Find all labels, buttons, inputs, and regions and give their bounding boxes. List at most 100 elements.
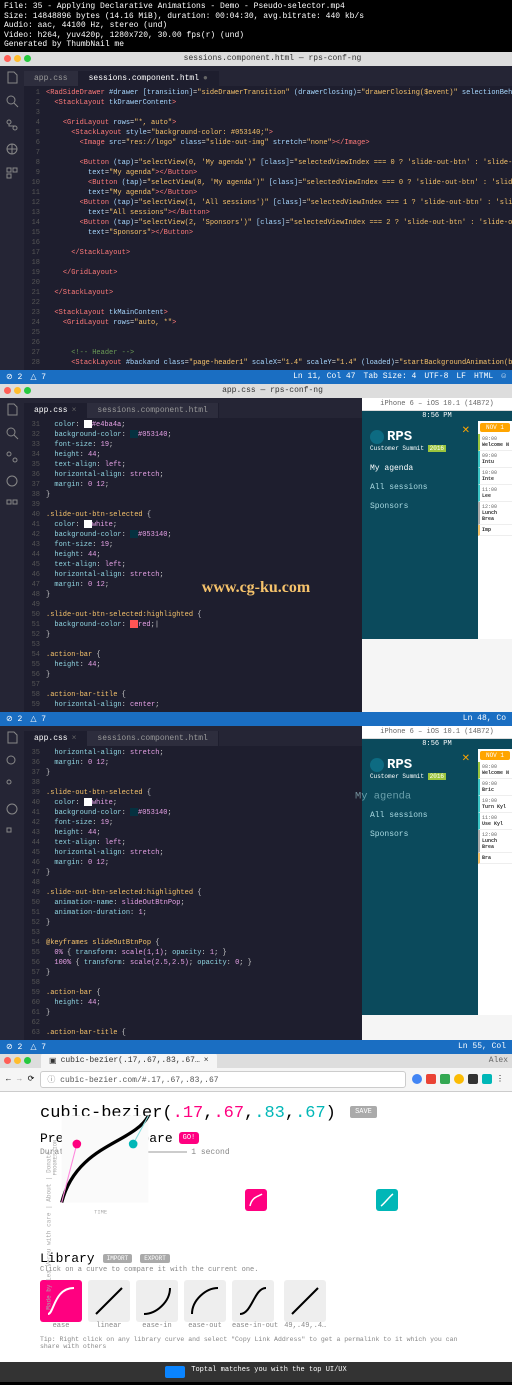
nav-my-agenda[interactable]: My agenda — [370, 464, 470, 473]
session-item[interactable]: Bra — [478, 853, 512, 864]
session-list-peek: NOV 1 08:00Welcome N09:00Intu10:00Inte11… — [478, 421, 512, 639]
code-line: 63.action-bar-title { — [24, 1028, 362, 1038]
tab-sessions-html[interactable]: sessions.component.html — [87, 403, 218, 418]
session-item[interactable]: Imp — [478, 525, 512, 536]
code-line: 16 — [24, 238, 512, 248]
code-line: 4 <GridLayout rows="*, auto"> — [24, 118, 512, 128]
nav-sponsors[interactable]: Sponsors — [370, 502, 470, 511]
url-field[interactable]: ⓘ cubic-bezier.com/#.17,.67,.83,.67 — [40, 1071, 406, 1088]
menu-icon[interactable]: ⋮ — [496, 1074, 506, 1084]
search-icon[interactable] — [5, 754, 19, 768]
app-logo: RPS — [370, 757, 470, 773]
extension-icons[interactable]: ⋮ — [412, 1074, 506, 1084]
code-line: 42 font-size: 19; — [24, 818, 362, 828]
nav-all-sessions[interactable]: All sessions — [370, 811, 470, 820]
session-item[interactable]: 09:00Intu — [478, 451, 512, 468]
library-item-ease-in-out[interactable]: ease-in-out — [232, 1280, 278, 1330]
close-icon[interactable]: × — [72, 734, 77, 743]
code-line: 5 <StackLayout style="background-color: … — [24, 128, 512, 138]
save-button[interactable]: SAVE — [350, 1106, 377, 1118]
session-item[interactable]: 10:00Inte — [478, 468, 512, 485]
back-icon[interactable]: ← — [6, 1075, 11, 1084]
export-button[interactable]: EXPORT — [140, 1254, 170, 1263]
close-icon[interactable]: ● — [203, 74, 208, 83]
bezier-curve-editor[interactable]: PROGRESSION TIME — [40, 1105, 170, 1235]
window-titlebar-2: app.css — rps-conf-ng — [0, 384, 512, 398]
extensions-icon[interactable] — [5, 498, 19, 512]
session-item[interactable]: 12:00Lunch Brea — [478, 830, 512, 853]
meta-file: File: 35 - Applying Declarative Animatio… — [4, 2, 508, 12]
tip-text: Tip: Right click on any library curve an… — [40, 1336, 472, 1350]
search-icon[interactable] — [5, 94, 19, 108]
tab-app-css[interactable]: app.css × — [24, 731, 87, 746]
meta-size: Size: 14848896 bytes (14.16 MiB), durati… — [4, 12, 508, 22]
code-editor[interactable]: 31 color: #e4ba4a;32 background-color: #… — [24, 418, 362, 712]
library-item-ease-in[interactable]: ease-in — [136, 1280, 178, 1330]
preview-swatch-custom[interactable] — [245, 1189, 267, 1211]
code-line: 10 <Button (tap)="selectView(0, 'My agen… — [24, 178, 512, 188]
editor-pane-2: app.css × sessions.component.html 31 col… — [0, 398, 362, 712]
tab-sessions-html[interactable]: sessions.component.html ● — [79, 71, 219, 86]
activity-bar[interactable] — [0, 726, 24, 1040]
preview-swatch-compare[interactable] — [376, 1189, 398, 1211]
extensions-icon[interactable] — [5, 826, 19, 840]
close-icon[interactable]: ✕ — [462, 753, 470, 765]
session-item[interactable]: 11:00Use Kyl — [478, 813, 512, 830]
browser-tab[interactable]: ▣cubic-bezier(.17,.67,.83,.67…× — [41, 1053, 217, 1069]
debug-icon[interactable] — [5, 142, 19, 156]
session-item[interactable]: 08:00Welcome N — [478, 434, 512, 451]
editor-pane-1: app.css sessions.component.html ● 1<RadS… — [0, 66, 512, 370]
activity-bar[interactable] — [0, 66, 24, 370]
library-item-ease-out[interactable]: ease-out — [184, 1280, 226, 1330]
code-editor[interactable]: 35 horizontal-align: stretch;36 margin: … — [24, 746, 362, 1040]
code-line: 59.action-bar { — [24, 988, 362, 998]
code-editor[interactable]: 1<RadSideDrawer #drawer [transition]="si… — [24, 86, 512, 370]
code-line: 50.slide-out-btn-selected:highlighted { — [24, 610, 362, 620]
code-line: 36 margin: 0 12; — [24, 758, 362, 768]
tab-sessions-html[interactable]: sessions.component.html — [87, 731, 218, 746]
tab-app-css[interactable]: app.css — [24, 71, 79, 86]
code-line: 39 — [24, 500, 362, 510]
code-line: 47 margin: 0 12; — [24, 580, 362, 590]
search-icon[interactable] — [5, 426, 19, 440]
simulator-statusbar: 8:56 PM — [362, 739, 512, 749]
extensions-icon[interactable] — [5, 166, 19, 180]
code-line: 49.slide-out-btn-selected:highlighted { — [24, 888, 362, 898]
library-item-49,.49,.4…[interactable]: 49,.49,.4… — [284, 1280, 326, 1330]
code-line: 41 color: white; — [24, 520, 362, 530]
code-line: 32 background-color: #053140; — [24, 430, 362, 440]
files-icon[interactable] — [5, 730, 19, 744]
files-icon[interactable] — [5, 402, 19, 416]
tab-app-css[interactable]: app.css × — [24, 403, 87, 418]
git-icon[interactable] — [5, 778, 19, 792]
nav-all-sessions[interactable]: All sessions — [370, 483, 470, 492]
import-button[interactable]: IMPORT — [103, 1254, 133, 1263]
session-item[interactable]: 08:00Welcome N — [478, 762, 512, 779]
reload-icon[interactable]: ⟳ — [28, 1074, 35, 1084]
nav-my-agenda[interactable]: My agenda — [355, 791, 485, 803]
debug-icon[interactable] — [5, 802, 19, 816]
code-line: 35 horizontal-align: stretch; — [24, 748, 362, 758]
code-line: 8 <Button (tap)="selectView(0, 'My agend… — [24, 158, 512, 168]
go-button[interactable]: GO! — [179, 1132, 200, 1144]
activity-bar[interactable] — [0, 398, 24, 712]
close-icon[interactable]: ✕ — [462, 425, 470, 437]
session-item[interactable]: 12:00Lunch Brea — [478, 502, 512, 525]
close-icon[interactable]: × — [204, 1056, 209, 1065]
debug-icon[interactable] — [5, 474, 19, 488]
code-line: 9 text="My agenda"></Button> — [24, 168, 512, 178]
forward-icon[interactable]: → — [17, 1075, 22, 1084]
code-line: 18 — [24, 258, 512, 268]
git-icon[interactable] — [5, 450, 19, 464]
library-item-linear[interactable]: linear — [88, 1280, 130, 1330]
date-pill: NOV 1 — [480, 751, 510, 760]
library-subtitle: Click on a curve to compare it with the … — [40, 1266, 472, 1274]
files-icon[interactable] — [5, 70, 19, 84]
code-line: 34 height: 44; — [24, 450, 362, 460]
session-item[interactable]: 11:00Lee — [478, 485, 512, 502]
close-icon[interactable]: × — [72, 406, 77, 415]
library-row: easelinearease-inease-outease-in-out49,.… — [40, 1280, 472, 1330]
nav-sponsors[interactable]: Sponsors — [370, 830, 470, 839]
footer-ad[interactable]: Toptal matches you with the top UI/UX — [0, 1362, 512, 1382]
git-icon[interactable] — [5, 118, 19, 132]
